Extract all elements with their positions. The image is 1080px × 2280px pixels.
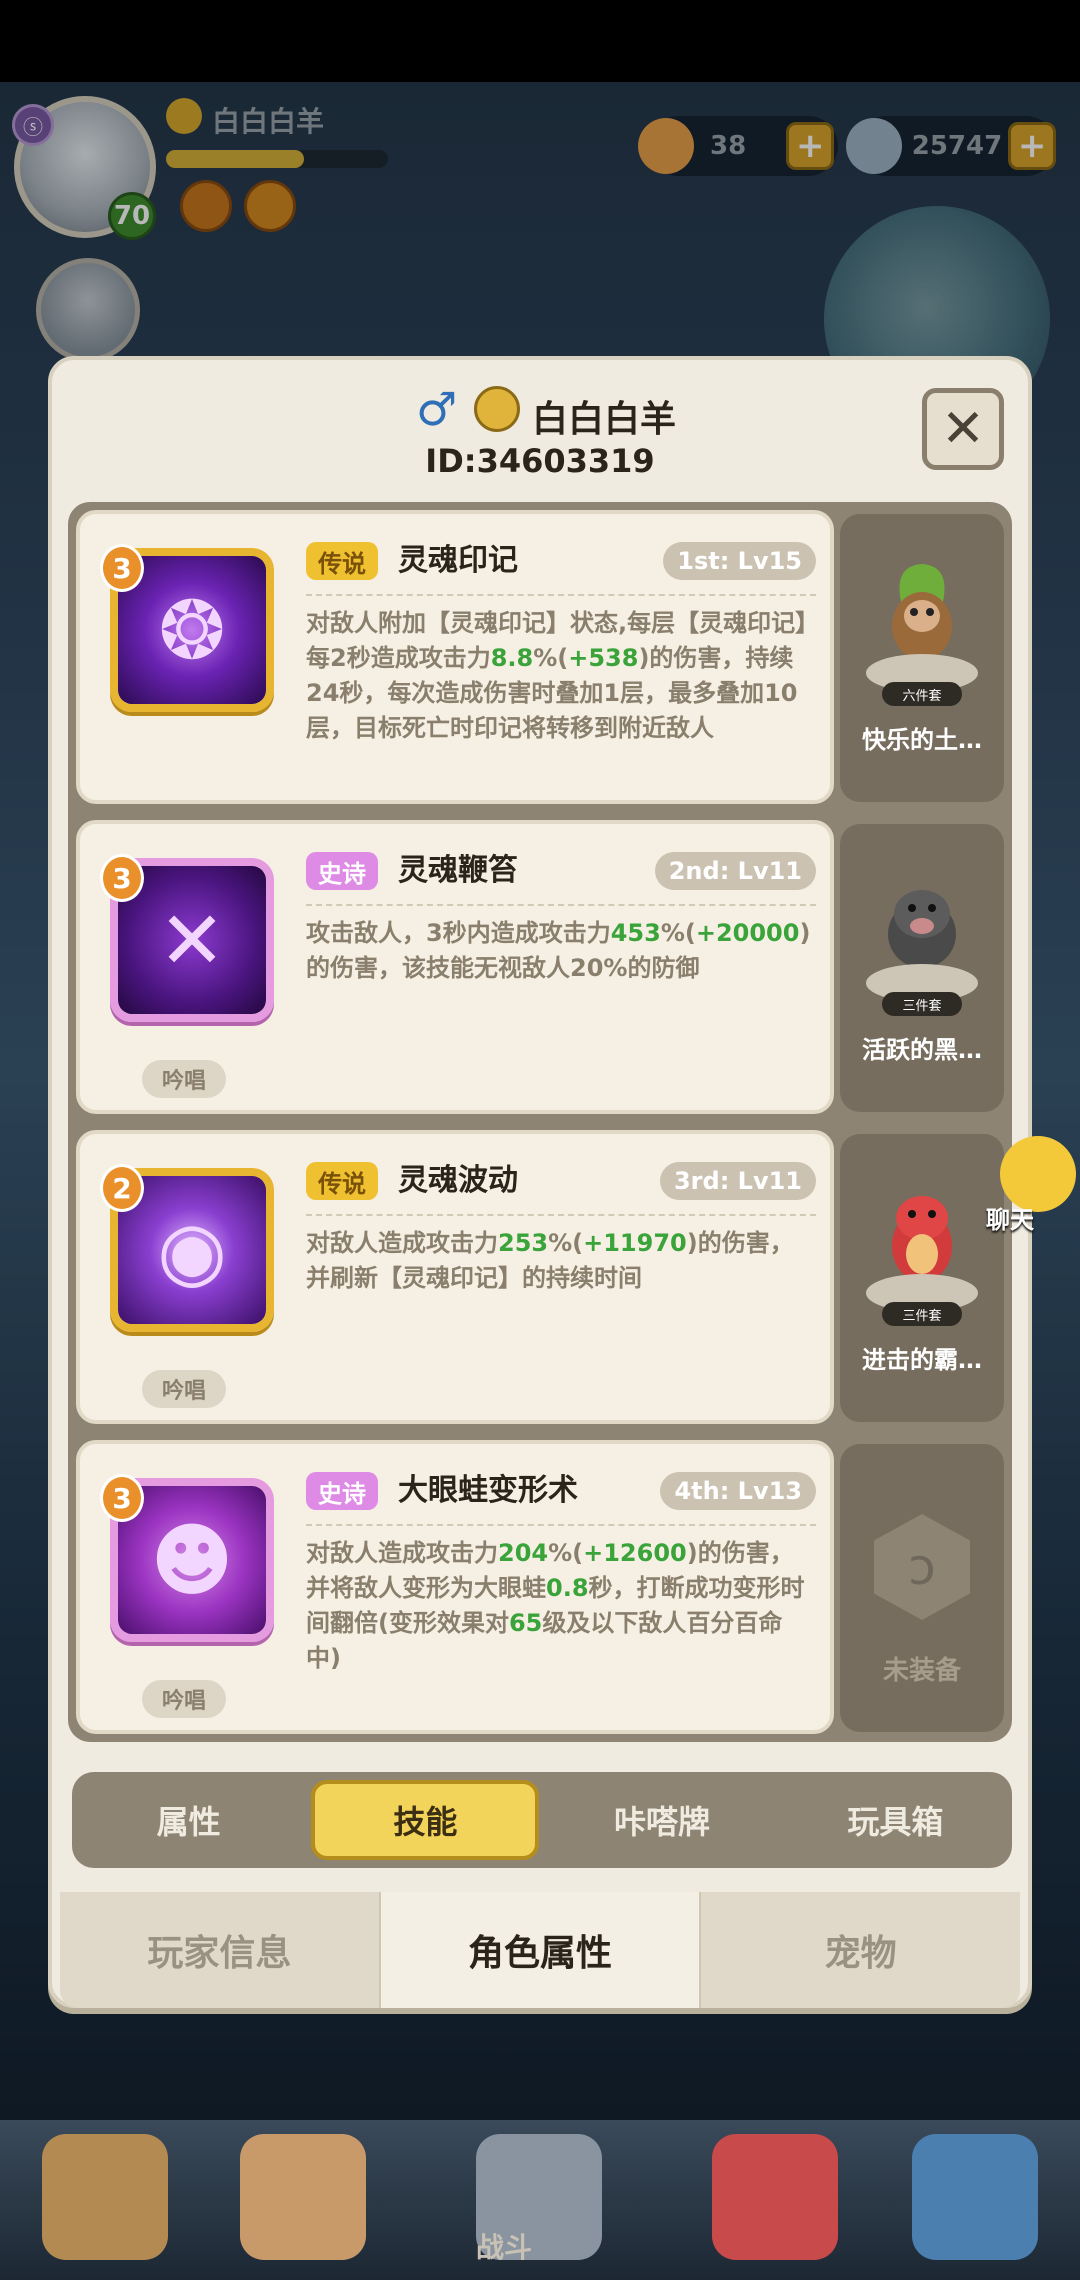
skill-description: 攻击敌人，3秒内造成攻击力453%(+20000)的伤害，该技能无视敌人20%的… xyxy=(306,919,811,982)
divider xyxy=(306,1524,816,1526)
chant-tag: 吟唱 xyxy=(142,1060,226,1098)
subtabs: 属性 技能 咔嗒牌 玩具箱 xyxy=(72,1772,1012,1868)
nav-item[interactable] xyxy=(700,2134,850,2280)
skill-slot-tag: 4th: Lv13 xyxy=(660,1472,816,1510)
divider xyxy=(306,594,816,596)
nav-item[interactable] xyxy=(228,2134,378,2280)
skill-card[interactable]: ☻ 3 吟唱 史诗 大眼蛙变形术 4th: Lv13 对敌人造成攻击力204%(… xyxy=(76,1440,834,1734)
skill-level-badge: 3 xyxy=(100,544,144,592)
status-bar xyxy=(0,0,1080,82)
dialog-header: ♂ 白白白羊 ID:34603319 ✕ xyxy=(52,360,1028,490)
skill-name: 大眼蛙变形术 xyxy=(398,1473,578,1508)
rarity-tag: 史诗 xyxy=(306,852,378,890)
tab-cards[interactable]: 咔嗒牌 xyxy=(545,1797,778,1843)
player-info-dialog: ♂ 白白白羊 ID:34603319 ✕ ❂ 3 传说 灵魂印记 1st: Lv… xyxy=(48,356,1032,2008)
skill-description: 对敌人造成攻击力253%(+11970)的伤害，并刷新【灵魂印记】的持续时间 xyxy=(306,1229,794,1292)
pet-slot-empty[interactable]: ↄ 未装备 xyxy=(840,1444,1004,1732)
tab-pets[interactable]: 宠物 xyxy=(701,1892,1021,2008)
skill-slot-tag: 2nd: Lv11 xyxy=(654,852,816,890)
male-icon: ♂ xyxy=(416,382,458,436)
pet-name: 快乐的土… xyxy=(862,726,982,754)
skill-level-badge: 3 xyxy=(100,854,144,902)
skill-card[interactable]: ✕ 3 吟唱 史诗 灵魂鞭笞 2nd: Lv11 攻击敌人，3秒内造成攻击力45… xyxy=(76,820,834,1114)
rarity-tag: 史诗 xyxy=(306,1472,378,1510)
pet-set-tag: 三件套 xyxy=(882,1302,962,1326)
pet-slot[interactable]: 三件套 进击的霸… xyxy=(840,1134,1004,1422)
empty-slot-icon: ↄ xyxy=(874,1514,970,1620)
hero-icon xyxy=(240,2134,366,2260)
close-button[interactable]: ✕ xyxy=(922,388,1004,470)
skill-level-badge: 3 xyxy=(100,1474,144,1522)
tab-character-attributes[interactable]: 角色属性 xyxy=(380,1892,702,2008)
rarity-tag: 传说 xyxy=(306,542,378,580)
gate-icon xyxy=(912,2134,1038,2260)
pet-set-tag: 三件套 xyxy=(882,992,962,1016)
tab-skills[interactable]: 技能 xyxy=(311,1780,540,1860)
pet-name: 进击的霸… xyxy=(862,1346,982,1374)
pet-slot[interactable]: 六件套 快乐的土… xyxy=(840,514,1004,802)
pet-slot[interactable]: 三件套 活跃的黑… xyxy=(840,824,1004,1112)
pet-name: 活跃的黑… xyxy=(862,1036,982,1064)
tab-toybox[interactable]: 玩具箱 xyxy=(779,1797,1012,1843)
skill-name: 灵魂鞭笞 xyxy=(398,853,518,888)
skill-slot-tag: 1st: Lv15 xyxy=(663,542,816,580)
skill-level-badge: 2 xyxy=(100,1164,144,1212)
rarity-tag: 传说 xyxy=(306,1162,378,1200)
divider xyxy=(306,1214,816,1216)
tab-player-info[interactable]: 玩家信息 xyxy=(60,1892,381,2008)
skill-description: 对敌人附加【灵魂印记】状态,每层【灵魂印记】每2秒造成攻击力8.8%(+538)… xyxy=(306,609,808,742)
nav-label-battle[interactable]: 战斗 xyxy=(476,2226,532,2266)
title-face-icon xyxy=(474,386,520,432)
nav-item[interactable] xyxy=(30,2134,180,2280)
dialog-bottom-tabs: 玩家信息 角色属性 宠物 xyxy=(60,1892,1021,2008)
chant-tag: 吟唱 xyxy=(142,1680,226,1718)
nav-item[interactable] xyxy=(900,2134,1050,2280)
skills-panel: ❂ 3 传说 灵魂印记 1st: Lv15 对敌人附加【灵魂印记】状态,每层【灵… xyxy=(68,502,1012,1742)
skill-description: 对敌人造成攻击力204%(+12600)的伤害，并将敌人变形为大眼蛙0.8秒，打… xyxy=(306,1539,805,1672)
skill-name: 灵魂印记 xyxy=(398,543,518,578)
skill-slot-tag: 3rd: Lv11 xyxy=(659,1162,816,1200)
player-name: 白白白羊 xyxy=(532,399,677,440)
player-id: ID:34603319 xyxy=(425,442,655,480)
skill-card[interactable]: ◉ 2 吟唱 传说 灵魂波动 3rd: Lv11 对敌人造成攻击力253%(+1… xyxy=(76,1130,834,1424)
skill-name: 灵魂波动 xyxy=(398,1163,518,1198)
chant-tag: 吟唱 xyxy=(142,1370,226,1408)
divider xyxy=(306,904,816,906)
chat-label[interactable]: 聊天 xyxy=(986,1200,1034,1235)
pet-set-tag: 六件套 xyxy=(882,682,962,706)
skill-card[interactable]: ❂ 3 传说 灵魂印记 1st: Lv15 对敌人附加【灵魂印记】状态,每层【灵… xyxy=(76,510,834,804)
pet-icon xyxy=(712,2134,838,2260)
tab-attributes[interactable]: 属性 xyxy=(72,1797,305,1843)
bottom-nav xyxy=(0,2120,1080,2280)
character-icon xyxy=(42,2134,168,2260)
pet-empty-label: 未装备 xyxy=(882,1656,961,1686)
